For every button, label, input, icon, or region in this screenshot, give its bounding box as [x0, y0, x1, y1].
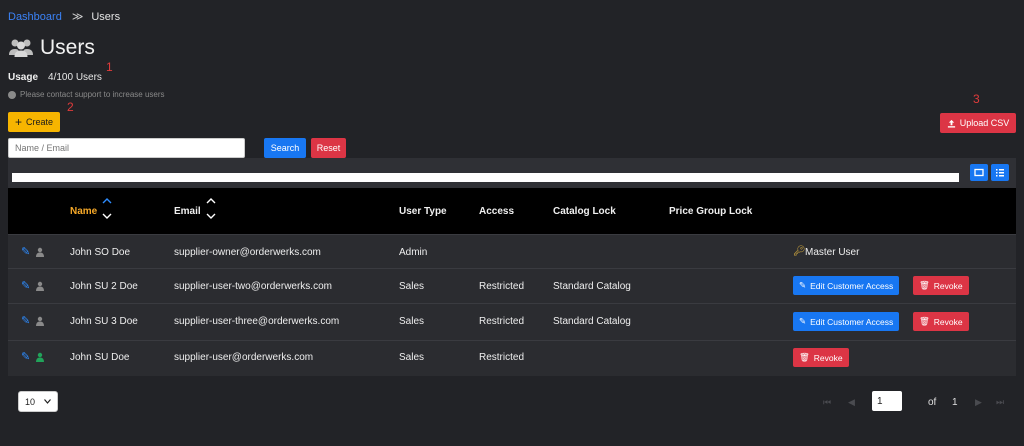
user-name: John SO Doe	[70, 247, 131, 258]
page-size-value: 10	[25, 396, 36, 407]
column-header-catalog-lock: Catalog Lock	[553, 206, 616, 217]
user-email: supplier-owner@orderwerks.com	[174, 247, 321, 258]
column-header-price-group-lock: Price Group Lock	[669, 206, 753, 217]
name-sort-control[interactable]	[102, 197, 112, 220]
edit-customer-access-button[interactable]: ✎ Edit Customer Access	[793, 276, 900, 295]
user-icon[interactable]	[35, 352, 45, 362]
upload-csv-label: Upload CSV	[959, 118, 1010, 128]
annotation-marker: 2	[67, 100, 74, 114]
edit-customer-access-button[interactable]: ✎ Edit Customer Access	[793, 312, 900, 331]
revoke-button[interactable]: 🗑︎ Revoke	[913, 276, 969, 295]
info-icon	[8, 90, 16, 99]
revoke-button[interactable]: 🗑︎ Revoke	[793, 348, 849, 367]
revoke-label: Revoke	[933, 280, 963, 291]
edit-pencil-icon[interactable]: ✎	[21, 314, 30, 327]
breadcrumb-current: Users	[91, 10, 121, 23]
user-access: Restricted	[479, 281, 525, 292]
pencil-icon: ✎	[799, 280, 807, 290]
revoke-label: Revoke	[933, 316, 963, 327]
reset-button[interactable]: Reset	[311, 138, 346, 158]
column-header-user-type: User Type	[399, 206, 447, 217]
search-button[interactable]: Search	[264, 138, 306, 158]
breadcrumb-separator-icon: ≫	[71, 11, 83, 23]
user-type: Admin	[399, 247, 428, 258]
trash-icon: 🗑︎	[799, 352, 810, 362]
pencil-icon: ✎	[799, 316, 807, 326]
current-page-input[interactable]: 1	[872, 391, 902, 411]
user-access: Restricted	[479, 316, 525, 327]
user-name: John SU 3 Doe	[70, 316, 138, 327]
create-button-label: Create	[26, 117, 54, 127]
email-sort-control[interactable]	[206, 197, 216, 220]
page-of-label: of	[928, 397, 937, 408]
user-name: John SU Doe	[70, 352, 130, 363]
trash-icon: 🗑︎	[919, 280, 930, 290]
usage-value: 4/100 Users	[48, 72, 102, 83]
user-type: Sales	[399, 352, 425, 363]
page-header: Users	[8, 36, 95, 60]
search-input[interactable]	[8, 138, 245, 158]
user-type: Sales	[399, 316, 425, 327]
user-icon[interactable]	[35, 281, 45, 291]
chevron-down-icon	[44, 399, 51, 404]
user-email: supplier-user@orderwerks.com	[174, 352, 314, 363]
usage-summary: Usage 4/100 Users	[8, 72, 102, 83]
last-page-icon[interactable]: ⏭︎	[996, 397, 1004, 408]
edit-pencil-icon[interactable]: ✎	[21, 245, 30, 258]
user-catalog-lock: Standard Catalog	[553, 316, 631, 327]
edit-customer-access-label: Edit Customer Access	[810, 316, 894, 327]
user-type: Sales	[399, 281, 425, 292]
edit-pencil-icon[interactable]: ✎	[21, 279, 30, 292]
user-email: supplier-user-three@orderwerks.com	[174, 316, 340, 327]
user-name: John SU 2 Doe	[70, 281, 138, 292]
edit-customer-access-label: Edit Customer Access	[810, 280, 894, 291]
usage-hint: Please contact support to increase users	[8, 90, 165, 99]
user-email: supplier-user-two@orderwerks.com	[174, 281, 332, 292]
usage-hint-text: Please contact support to increase users	[20, 90, 165, 99]
prev-page-icon[interactable]: ◀︎	[848, 397, 855, 408]
key-icon: 🔑︎	[793, 246, 806, 257]
user-access: Restricted	[479, 352, 525, 363]
revoke-button[interactable]: 🗑︎ Revoke	[913, 312, 969, 331]
card-view-button[interactable]	[970, 164, 988, 181]
upload-icon	[947, 119, 955, 128]
sort-down-icon	[102, 213, 112, 219]
revoke-label: Revoke	[813, 352, 843, 363]
create-button[interactable]: + Create	[8, 112, 60, 132]
user-icon[interactable]	[35, 316, 45, 326]
table-row	[8, 234, 1016, 269]
column-header-name[interactable]: Name	[70, 206, 97, 217]
sort-down-icon	[206, 213, 216, 219]
plus-icon: +	[14, 115, 22, 129]
page-size-select[interactable]: 10	[18, 391, 58, 412]
trash-icon: 🗑︎	[919, 316, 930, 326]
card-view-icon	[974, 168, 984, 177]
filter-bar[interactable]	[12, 173, 959, 182]
usage-label: Usage	[8, 72, 39, 83]
list-view-icon	[996, 169, 1004, 177]
column-header-access: Access	[479, 206, 515, 217]
edit-pencil-icon[interactable]: ✎	[21, 350, 30, 363]
sort-up-icon	[206, 198, 216, 204]
breadcrumb-dashboard-link[interactable]: Dashboard	[8, 11, 62, 23]
page-title: Users	[40, 36, 95, 59]
user-icon[interactable]	[35, 247, 45, 257]
list-view-button[interactable]	[991, 164, 1009, 181]
breadcrumb: Dashboard ≫ Users	[8, 10, 121, 24]
annotation-marker: 1	[106, 60, 113, 74]
annotation-marker: 3	[973, 92, 980, 106]
users-icon	[9, 39, 33, 57]
column-header-email[interactable]: Email	[174, 206, 201, 217]
master-user-label: Master User	[805, 247, 860, 258]
first-page-icon[interactable]: ⏮︎	[823, 397, 831, 408]
sort-up-icon	[102, 198, 112, 204]
next-page-icon[interactable]: ▶︎	[975, 397, 982, 408]
total-pages: 1	[952, 397, 958, 408]
user-catalog-lock: Standard Catalog	[553, 281, 631, 292]
upload-csv-button[interactable]: Upload CSV	[940, 113, 1016, 133]
